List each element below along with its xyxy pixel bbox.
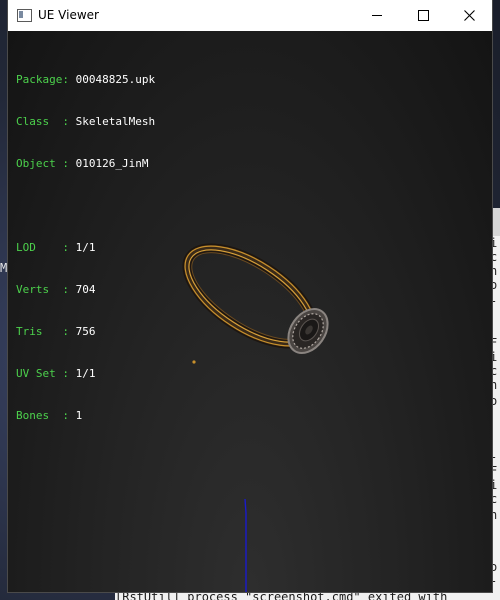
info-row-object: Object : 010126_JinM — [16, 157, 149, 170]
close-icon — [463, 10, 475, 21]
minimize-button[interactable] — [354, 0, 400, 31]
info-row-tris: Tris : 756 — [16, 325, 96, 338]
info-row-verts: Verts : 704 — [16, 283, 96, 296]
info-row-bones: Bones : 1 — [16, 409, 83, 422]
info-row-lod: LOD : 1/1 — [16, 241, 96, 254]
info-row-uvset: UV Set : 1/1 — [16, 367, 96, 380]
origin-marker — [192, 360, 196, 364]
app-window-icon — [17, 9, 32, 22]
title-bar[interactable]: UE Viewer — [8, 0, 492, 31]
3d-viewport[interactable]: Package: 00048825.upk Class : SkeletalMe… — [8, 31, 492, 592]
window-title: UE Viewer — [38, 8, 99, 22]
ue-viewer-window: UE Viewer Package: 00048825.upk Class: … — [8, 0, 492, 592]
maximize-button[interactable] — [400, 0, 446, 31]
mesh-info-overlay: Package: 00048825.upk Class : SkeletalMe… — [16, 45, 155, 451]
ring-mesh — [182, 243, 329, 354]
close-button[interactable] — [446, 0, 492, 31]
maximize-icon — [417, 10, 429, 21]
minimize-icon — [372, 15, 382, 16]
axis-line — [244, 498, 247, 592]
info-row-class: Class : SkeletalMesh — [16, 115, 156, 128]
ring-medallion — [287, 308, 329, 354]
info-row-package: Package: 00048825.upk — [16, 73, 156, 86]
